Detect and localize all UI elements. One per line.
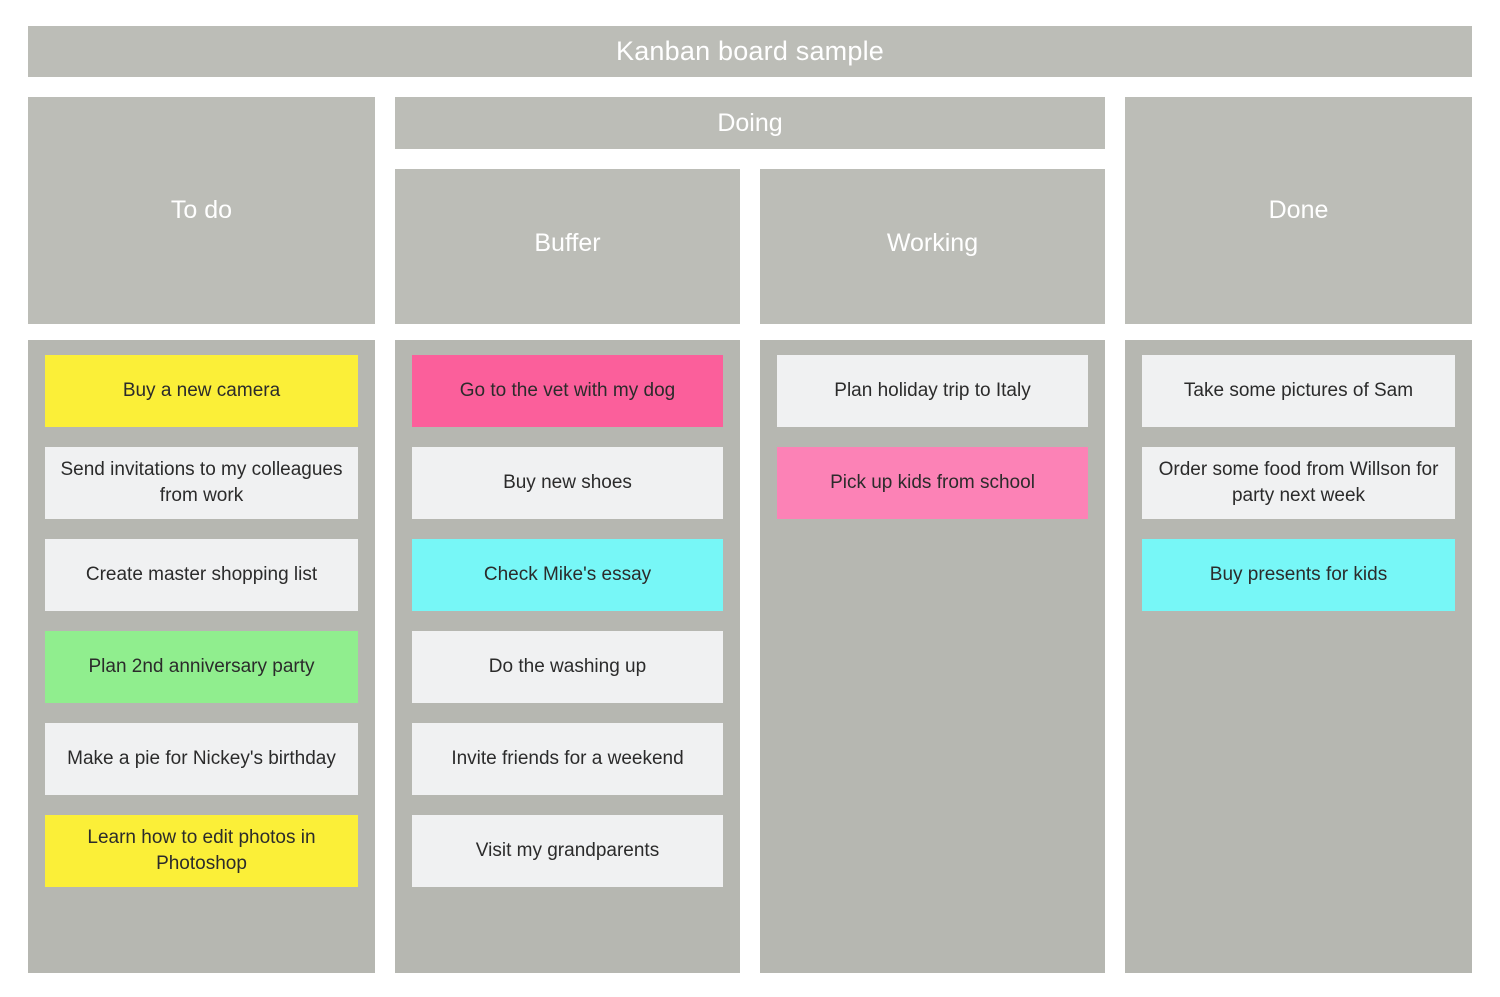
card-label: Send invitations to my colleagues from w…: [60, 459, 343, 506]
card[interactable]: Buy presents for kids: [1142, 539, 1455, 611]
board-title-label: Kanban board sample: [616, 36, 884, 66]
lane-done[interactable]: Take some pictures of Sam Order some food…: [1125, 340, 1472, 973]
card-label: Visit my grandparents: [475, 840, 660, 862]
column-header-doing-label: Doing: [717, 108, 783, 137]
card-label: Make a pie for Nickey's birthday: [67, 748, 336, 770]
column-header-doing[interactable]: Doing: [395, 97, 1105, 149]
column-header-done-label: Done: [1268, 196, 1329, 224]
column-header-todo-label: To do: [170, 196, 233, 224]
card[interactable]: Send invitations to my colleagues from w…: [45, 447, 358, 519]
card-label: Plan holiday trip to Italy: [834, 380, 1031, 402]
card-label: Buy new shoes: [503, 472, 632, 494]
card-label: Pick up kids from school: [830, 472, 1035, 494]
card[interactable]: Visit my grandparents: [412, 815, 723, 887]
card[interactable]: Plan holiday trip to Italy: [777, 355, 1088, 427]
kanban-board: Kanban board sample To do Doing Buffer W…: [28, 26, 1472, 973]
card[interactable]: Buy a new camera: [45, 355, 358, 427]
card-label: Do the washing up: [488, 656, 647, 678]
column-headers: To do Doing Buffer Working Done: [28, 97, 1472, 324]
card-label: Buy a new camera: [122, 380, 281, 402]
card-label: Buy presents for kids: [1209, 564, 1388, 586]
card[interactable]: Plan 2nd anniversary party: [45, 631, 358, 703]
column-header-buffer[interactable]: Buffer: [395, 169, 740, 324]
column-header-buffer-label: Buffer: [534, 229, 601, 257]
board-title: Kanban board sample: [28, 26, 1472, 77]
card[interactable]: Make a pie for Nickey's birthday: [45, 723, 358, 795]
card-lanes: Buy a new camera Send invitations to my c…: [28, 340, 1472, 973]
card-label: Plan 2nd anniversary party: [88, 656, 315, 678]
card-label: Take some pictures of Sam: [1183, 380, 1414, 402]
card[interactable]: Do the washing up: [412, 631, 723, 703]
lane-buffer[interactable]: Go to the vet with my dog Buy new shoes Ch…: [395, 340, 740, 973]
card-label: Order some food from Willson for party n…: [1158, 459, 1439, 506]
card[interactable]: Learn how to edit photos in Photoshop: [45, 815, 358, 887]
card[interactable]: Pick up kids from school: [777, 447, 1088, 519]
column-header-working-label: Working: [886, 229, 979, 257]
column-header-done[interactable]: Done: [1125, 97, 1472, 324]
card-label: Learn how to edit photos in Photoshop: [87, 827, 316, 874]
card[interactable]: Go to the vet with my dog: [412, 355, 723, 427]
card[interactable]: Take some pictures of Sam: [1142, 355, 1455, 427]
card[interactable]: Buy new shoes: [412, 447, 723, 519]
column-header-working[interactable]: Working: [760, 169, 1105, 324]
card-label: Check Mike's essay: [483, 564, 652, 586]
lane-todo[interactable]: Buy a new camera Send invitations to my c…: [28, 340, 375, 973]
card-label: Invite friends for a weekend: [451, 748, 684, 770]
card[interactable]: Check Mike's essay: [412, 539, 723, 611]
card-label: Create master shopping list: [85, 564, 318, 586]
card[interactable]: Create master shopping list: [45, 539, 358, 611]
card[interactable]: Order some food from Willson for party n…: [1142, 447, 1455, 519]
column-header-todo[interactable]: To do: [28, 97, 375, 324]
card[interactable]: Invite friends for a weekend: [412, 723, 723, 795]
lane-working[interactable]: Plan holiday trip to Italy Pick up kids f…: [760, 340, 1105, 973]
card-label: Go to the vet with my dog: [459, 380, 676, 402]
